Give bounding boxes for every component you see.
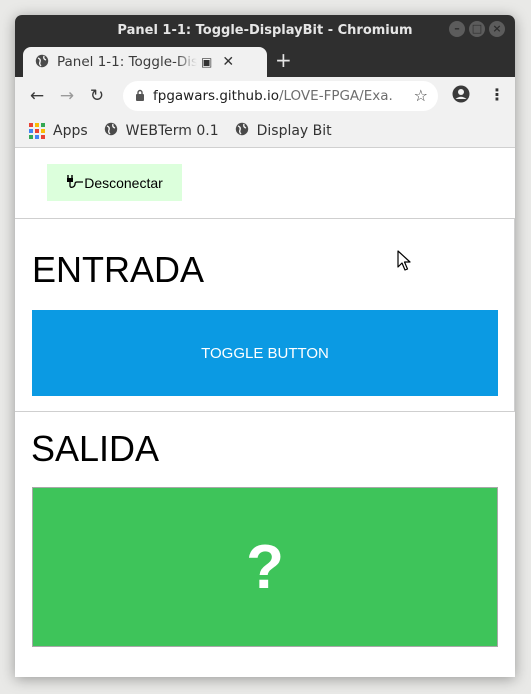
browser-window: Panel 1-1: Toggle-DisplayBit - Chromium … [15, 15, 515, 677]
input-heading: ENTRADA [32, 249, 205, 290]
disconnect-label: Desconectar [84, 174, 163, 191]
toggle-button-label: TOGGLE BUTTON [201, 344, 329, 362]
bookmark-label: Apps [53, 123, 88, 139]
browser-tab[interactable]: Panel 1-1: Toggle-DisplayBit ▣ ✕ [23, 47, 267, 77]
bookmark-webterm[interactable]: WEBTerm 0.1 [104, 122, 219, 140]
toggle-button[interactable]: TOGGLE BUTTON [32, 310, 498, 396]
minimize-button[interactable]: – [449, 21, 465, 37]
close-window-button[interactable]: × [489, 21, 505, 37]
bit-display: ? [32, 487, 498, 647]
apps-icon [29, 123, 45, 139]
tab-strip: Panel 1-1: Toggle-DisplayBit ▣ ✕ + [15, 45, 515, 77]
tab-media-icon: ▣ [201, 55, 213, 69]
url-host: fpgawars.github.io [153, 88, 279, 104]
menu-icon[interactable]: ⋮ [489, 85, 505, 104]
plug-icon [66, 173, 84, 192]
window-controls: – □ × [449, 21, 505, 37]
bookmarks-bar: Apps WEBTerm 0.1 Display Bit [15, 115, 515, 148]
new-tab-button[interactable]: + [275, 49, 292, 71]
bookmark-display-bit[interactable]: Display Bit [235, 122, 332, 140]
input-panel: ENTRADA TOGGLE BUTTON [15, 218, 515, 412]
page-content: Desconectar ENTRADA TOGGLE BUTTON SALIDA… [15, 148, 515, 677]
account-icon[interactable] [452, 85, 470, 108]
window-title: Panel 1-1: Toggle-DisplayBit - Chromium [117, 22, 413, 38]
globe-icon [104, 122, 118, 140]
disconnect-button[interactable]: Desconectar [47, 164, 182, 201]
back-button[interactable]: ← [22, 86, 52, 106]
display-value: ? [246, 532, 284, 602]
title-bar: Panel 1-1: Toggle-DisplayBit - Chromium … [15, 15, 515, 45]
close-tab-icon[interactable]: ✕ [222, 54, 234, 70]
lock-icon [135, 89, 145, 104]
mouse-cursor-icon [397, 250, 411, 276]
globe-icon [35, 53, 49, 72]
bookmark-label: WEBTerm 0.1 [125, 123, 219, 139]
globe-icon [235, 122, 249, 140]
bookmark-label: Display Bit [256, 123, 332, 139]
bookmark-apps[interactable]: Apps [29, 123, 88, 139]
forward-button[interactable]: → [52, 86, 82, 106]
url-text: fpgawars.github.io/LOVE-FPGA/Exa... [153, 88, 393, 104]
address-bar[interactable]: fpgawars.github.io/LOVE-FPGA/Exa... ☆ [123, 81, 438, 111]
maximize-button[interactable]: □ [469, 21, 485, 37]
bookmark-star-icon[interactable]: ☆ [414, 86, 428, 105]
reload-button[interactable]: ↻ [82, 86, 112, 106]
tab-title: Panel 1-1: Toggle-DisplayBit [57, 54, 197, 70]
output-heading: SALIDA [31, 428, 160, 469]
url-path: /LOVE-FPGA/Exa... [278, 88, 393, 104]
browser-toolbar: ← → ↻ fpgawars.github.io/LOVE-FPGA/Exa..… [15, 77, 515, 115]
